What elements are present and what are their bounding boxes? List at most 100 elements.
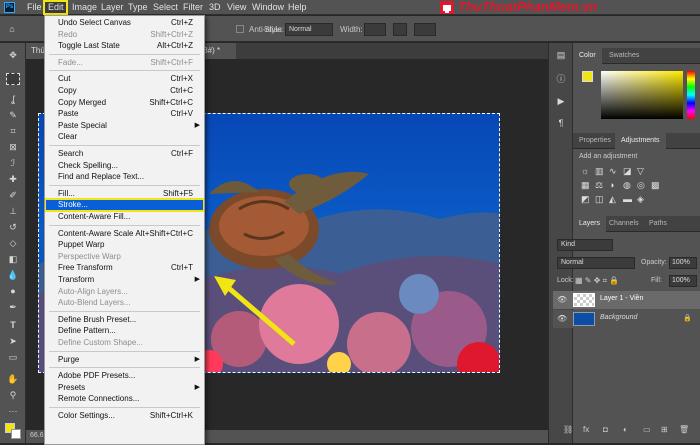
bw-icon[interactable]: ◑: [609, 180, 614, 190]
menu-item-define-brush-preset[interactable]: Define Brush Preset...: [45, 314, 204, 326]
exposure-icon[interactable]: ◪: [623, 166, 632, 177]
blur-tool-icon[interactable]: 💧: [6, 269, 20, 281]
frame-tool-icon[interactable]: ⊠: [6, 141, 20, 153]
info-panel-icon[interactable]: ⓘ: [554, 73, 568, 85]
menu-item-copy[interactable]: Copy Ctrl+C: [45, 85, 204, 97]
quick-select-tool-icon[interactable]: ✎: [6, 109, 20, 121]
history-panel-icon[interactable]: ▤: [554, 49, 568, 61]
levels-icon[interactable]: ▥: [595, 166, 604, 177]
menu-image[interactable]: Image: [72, 2, 97, 12]
curves-icon[interactable]: ∿: [609, 166, 617, 177]
threshold-icon[interactable]: ◭: [609, 194, 616, 205]
new-layer-icon[interactable]: ⊞: [661, 425, 668, 434]
history-brush-icon[interactable]: ↺: [6, 221, 20, 233]
adjustment-layer-icon[interactable]: ◐: [623, 425, 628, 434]
marquee-tool-icon[interactable]: [6, 73, 20, 85]
opacity-input[interactable]: 100%: [669, 257, 697, 269]
blend-mode-select[interactable]: Normal: [557, 257, 635, 269]
gradient-tool-icon[interactable]: ◧: [6, 253, 20, 265]
style-select[interactable]: Normal: [285, 23, 333, 36]
clone-stamp-icon[interactable]: ⊥: [6, 205, 20, 217]
menu-item-paste[interactable]: Paste Ctrl+V: [45, 108, 204, 120]
path-select-icon[interactable]: ➤: [6, 335, 20, 347]
menu-window[interactable]: Window: [252, 2, 284, 12]
lock-icons[interactable]: ▦ ✎ ✥ ⌗ 🔒: [575, 276, 619, 286]
layer-name[interactable]: Background: [600, 314, 637, 321]
tab-properties[interactable]: Properties: [573, 133, 617, 149]
menu-item-free-transform[interactable]: Free Transform Ctrl+T: [45, 262, 204, 274]
background-color-swatch[interactable]: [11, 429, 21, 439]
layer-row[interactable]: 👁 Layer 1 - Viền: [553, 291, 700, 309]
menu-edit[interactable]: Edit: [48, 2, 64, 12]
menu-item-puppet-warp[interactable]: Puppet Warp: [45, 239, 204, 251]
healing-brush-icon[interactable]: ✚: [6, 173, 20, 185]
tab-swatches[interactable]: Swatches: [603, 48, 645, 64]
pen-tool-icon[interactable]: ✒: [6, 301, 20, 313]
mask-icon[interactable]: ◘: [603, 425, 608, 434]
menu-item-color-settings[interactable]: Color Settings... Shift+Ctrl+K: [45, 410, 204, 422]
menu-item-content-aware-fill[interactable]: Content-Aware Fill...: [45, 211, 204, 223]
eyedropper-tool-icon[interactable]: ℐ: [6, 157, 20, 169]
trash-icon[interactable]: 🗑: [679, 425, 689, 434]
menu-item-fill[interactable]: Fill... Shift+F5: [45, 188, 204, 200]
tab-adjustments[interactable]: Adjustments: [615, 133, 666, 149]
menu-item-purge[interactable]: Purge ▶: [45, 354, 204, 366]
swap-icon[interactable]: [393, 23, 407, 36]
move-tool-icon[interactable]: ✥: [6, 49, 20, 61]
photo-filter-icon[interactable]: ◍: [623, 180, 631, 191]
brightness-icon[interactable]: ☼: [581, 166, 589, 176]
hand-tool-icon[interactable]: ✋: [6, 373, 20, 385]
rectangle-tool-icon[interactable]: ▭: [6, 351, 20, 363]
hue-sat-icon[interactable]: ▦: [581, 180, 590, 191]
eye-icon[interactable]: 👁: [557, 314, 567, 323]
crop-tool-icon[interactable]: ⌗: [6, 125, 20, 137]
fg-color-swatch[interactable]: [582, 71, 593, 82]
menu-help[interactable]: Help: [288, 2, 307, 12]
menu-item-copy-merged[interactable]: Copy Merged Shift+Ctrl+C: [45, 97, 204, 109]
hue-slider[interactable]: [687, 71, 695, 119]
menu-item-presets[interactable]: Presets ▶: [45, 382, 204, 394]
menu-item-paste-special[interactable]: Paste Special ▶: [45, 120, 204, 132]
menu-type[interactable]: Type: [128, 2, 148, 12]
menu-item-search[interactable]: Search Ctrl+F: [45, 148, 204, 160]
eraser-tool-icon[interactable]: ◇: [6, 237, 20, 249]
channel-mixer-icon[interactable]: ◎: [637, 180, 645, 191]
selective-color-icon[interactable]: ◈: [637, 194, 644, 205]
tab-color[interactable]: Color: [573, 48, 602, 64]
menu-item-cut[interactable]: Cut Ctrl+X: [45, 73, 204, 85]
height-input[interactable]: [414, 23, 436, 36]
tab-channels[interactable]: Channels: [603, 216, 645, 232]
menu-select[interactable]: Select: [153, 2, 178, 12]
menu-item-undo-select-canvas[interactable]: Undo Select Canvas Ctrl+Z: [45, 17, 204, 29]
more-tools-icon[interactable]: ···: [6, 405, 20, 417]
color-field[interactable]: [601, 71, 683, 119]
fill-input[interactable]: 100%: [669, 275, 697, 287]
paragraph-panel-icon[interactable]: ¶: [554, 117, 568, 129]
layer-name[interactable]: Layer 1 - Viền: [600, 295, 643, 302]
menu-item-content-aware-scale[interactable]: Content-Aware Scale Alt+Shift+Ctrl+C: [45, 228, 204, 240]
eye-icon[interactable]: 👁: [557, 295, 567, 304]
menu-item-adobe-pdf-presets[interactable]: Adobe PDF Presets...: [45, 370, 204, 382]
menu-item-remote-connections[interactable]: Remote Connections...: [45, 393, 204, 405]
fx-icon[interactable]: fx: [583, 425, 589, 434]
antialias-checkbox[interactable]: [236, 25, 244, 33]
lasso-tool-icon[interactable]: ʆ: [6, 93, 20, 105]
menu-item-transform[interactable]: Transform ▶: [45, 274, 204, 286]
menu-item-check-spelling[interactable]: Check Spelling...: [45, 160, 204, 172]
menu-item-stroke[interactable]: Stroke...: [45, 198, 204, 213]
menu-item-toggle-last-state[interactable]: Toggle Last State Alt+Ctrl+Z: [45, 40, 204, 52]
tab-paths[interactable]: Paths: [643, 216, 673, 232]
group-icon[interactable]: ▭: [643, 425, 651, 434]
layer-row[interactable]: 👁 Background 🔒: [553, 310, 700, 328]
dodge-tool-icon[interactable]: ●: [6, 285, 20, 297]
width-input[interactable]: [364, 23, 386, 36]
color-lookup-icon[interactable]: ▩: [651, 180, 660, 191]
tab-layers[interactable]: Layers: [573, 216, 607, 232]
actions-panel-icon[interactable]: ▶: [554, 95, 568, 107]
invert-icon[interactable]: ◩: [581, 194, 590, 205]
link-icon[interactable]: ⛓: [563, 425, 573, 434]
type-tool-icon[interactable]: T: [6, 319, 20, 331]
menu-item-find-and-replace-text[interactable]: Find and Replace Text...: [45, 171, 204, 183]
menu-item-define-pattern[interactable]: Define Pattern...: [45, 325, 204, 337]
gradient-map-icon[interactable]: ▬: [623, 194, 632, 204]
